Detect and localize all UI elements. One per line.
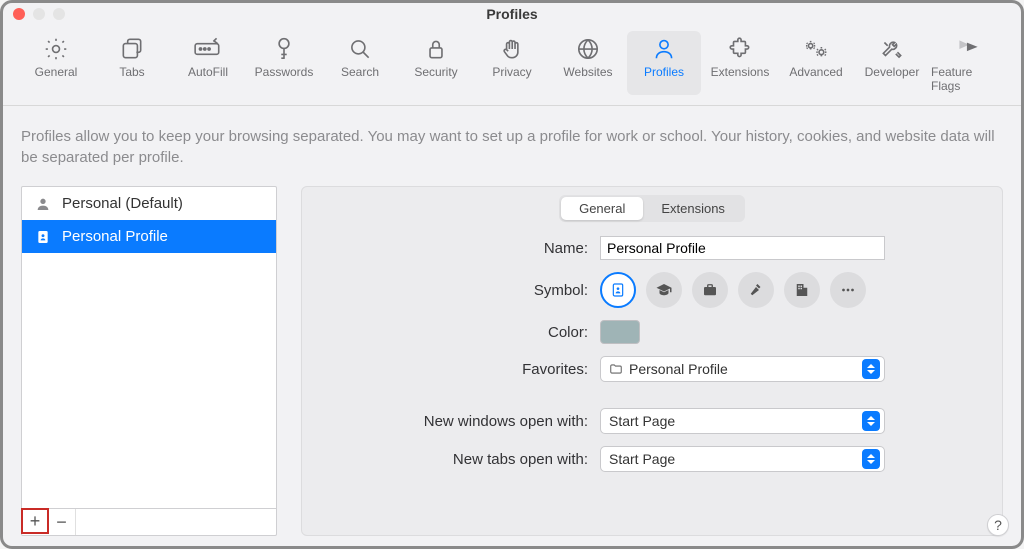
tab-tabs[interactable]: Tabs xyxy=(95,31,169,95)
remove-profile-button[interactable]: − xyxy=(48,509,76,535)
sidebar-footer: + − xyxy=(22,508,276,535)
add-profile-button[interactable]: + xyxy=(21,508,49,534)
name-label: Name: xyxy=(320,240,600,257)
search-icon xyxy=(347,35,373,63)
flags-icon xyxy=(953,35,983,63)
symbol-graduation[interactable] xyxy=(646,272,682,308)
tab-general[interactable]: General xyxy=(19,31,93,95)
favorites-label: Favorites: xyxy=(320,361,600,378)
new-tabs-popup[interactable]: Start Page xyxy=(600,446,885,472)
tools-icon xyxy=(879,35,905,63)
color-label: Color: xyxy=(320,324,600,341)
content-area: Profiles allow you to keep your browsing… xyxy=(3,106,1021,546)
symbol-picker xyxy=(600,272,866,308)
new-windows-label: New windows open with: xyxy=(320,413,600,430)
globe-icon xyxy=(575,35,601,63)
row-symbol: Symbol: xyxy=(320,272,984,308)
help-button[interactable]: ? xyxy=(987,514,1009,536)
profiles-list[interactable]: Personal (Default) Personal Profile xyxy=(22,187,276,508)
symbol-hammer[interactable] xyxy=(738,272,774,308)
chevron-updown-icon xyxy=(862,449,880,469)
profile-row-label: Personal Profile xyxy=(62,228,168,245)
columns: Personal (Default) Personal Profile + − … xyxy=(21,186,1003,536)
key-icon xyxy=(271,35,297,63)
symbol-building[interactable] xyxy=(784,272,820,308)
gear-icon xyxy=(43,35,69,63)
tab-advanced[interactable]: Advanced xyxy=(779,31,853,95)
detail-segmented-control: General Extensions xyxy=(559,195,745,222)
row-new-windows: New windows open with: Start Page xyxy=(320,408,984,434)
tab-extensions[interactable]: Extensions xyxy=(703,31,777,95)
window-title: Profiles xyxy=(3,6,1021,22)
new-windows-popup[interactable]: Start Page xyxy=(600,408,885,434)
tab-developer[interactable]: Developer xyxy=(855,31,929,95)
tabs-icon xyxy=(119,35,145,63)
row-favorites: Favorites: Personal Profile xyxy=(320,356,984,382)
hand-icon xyxy=(499,35,525,63)
segment-general[interactable]: General xyxy=(561,197,643,220)
new-tabs-value: Start Page xyxy=(609,451,862,467)
tab-privacy[interactable]: Privacy xyxy=(475,31,549,95)
profile-row-default[interactable]: Personal (Default) xyxy=(22,187,276,220)
favorites-value: Personal Profile xyxy=(609,361,862,377)
segment-extensions[interactable]: Extensions xyxy=(643,197,743,220)
titlebar: Profiles xyxy=(3,3,1021,25)
symbol-label: Symbol: xyxy=(320,282,600,299)
row-name: Name: xyxy=(320,236,984,260)
row-new-tabs: New tabs open with: Start Page xyxy=(320,446,984,472)
profile-row-label: Personal (Default) xyxy=(62,195,183,212)
tab-websites[interactable]: Websites xyxy=(551,31,625,95)
folder-icon xyxy=(609,362,623,376)
symbol-briefcase[interactable] xyxy=(692,272,728,308)
tab-security[interactable]: Security xyxy=(399,31,473,95)
lock-icon xyxy=(423,35,449,63)
color-swatch[interactable] xyxy=(600,320,640,344)
row-color: Color: xyxy=(320,320,984,344)
person-icon xyxy=(34,196,52,212)
puzzle-icon xyxy=(727,35,753,63)
profiles-sidebar: Personal (Default) Personal Profile + − xyxy=(21,186,277,536)
tab-feature-flags[interactable]: Feature Flags xyxy=(931,31,1005,95)
tab-search[interactable]: Search xyxy=(323,31,397,95)
preferences-toolbar: General Tabs AutoFill Passwords Search S… xyxy=(3,25,1021,106)
symbol-more[interactable] xyxy=(830,272,866,308)
tab-autofill[interactable]: AutoFill xyxy=(171,31,245,95)
favorites-popup[interactable]: Personal Profile xyxy=(600,356,885,382)
autofill-icon xyxy=(193,35,223,63)
person-icon xyxy=(651,35,677,63)
new-windows-value: Start Page xyxy=(609,413,862,429)
symbol-badge[interactable] xyxy=(600,272,636,308)
tab-profiles[interactable]: Profiles xyxy=(627,31,701,95)
name-field[interactable] xyxy=(600,236,885,260)
badge-icon xyxy=(34,229,52,245)
chevron-updown-icon xyxy=(862,359,880,379)
tab-passwords[interactable]: Passwords xyxy=(247,31,321,95)
chevron-updown-icon xyxy=(862,411,880,431)
profile-row-personal[interactable]: Personal Profile xyxy=(22,220,276,253)
gears-icon xyxy=(802,35,830,63)
intro-text: Profiles allow you to keep your browsing… xyxy=(21,126,1003,168)
profile-detail-panel: General Extensions Name: Symbol: xyxy=(301,186,1003,536)
preferences-window: Profiles General Tabs AutoFill Passwords… xyxy=(0,0,1024,549)
new-tabs-label: New tabs open with: xyxy=(320,451,600,468)
